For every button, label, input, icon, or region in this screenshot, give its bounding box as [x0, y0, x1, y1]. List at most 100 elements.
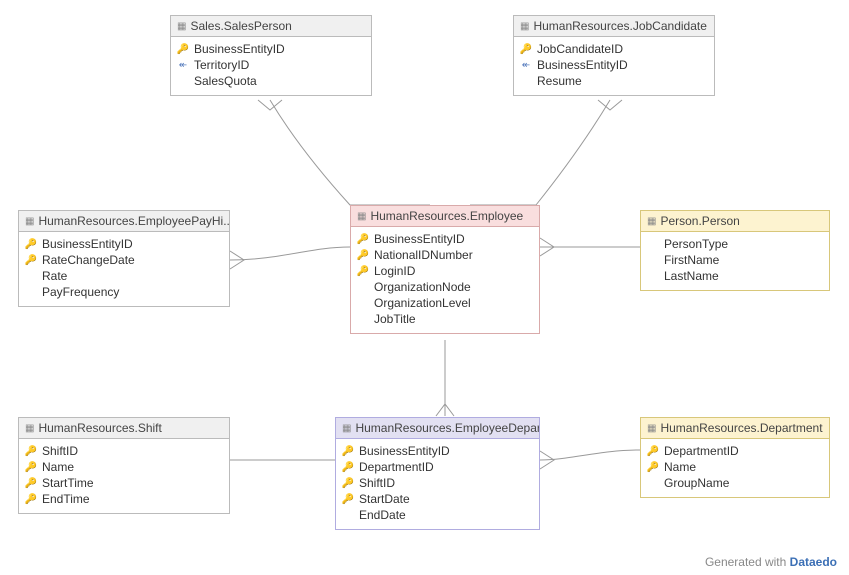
column-row: 🔑 StartDate — [336, 491, 539, 507]
column-row: 🔑 RateChangeDate — [19, 252, 229, 268]
entity-body: PersonType FirstName LastName — [641, 232, 829, 290]
column-row: 🔑 BusinessEntityID — [336, 443, 539, 459]
column-name: NationalIDNumber — [374, 248, 473, 262]
column-name: BusinessEntityID — [42, 237, 133, 251]
fk-icon: ↞ — [177, 60, 189, 71]
column-name: EndDate — [359, 508, 406, 522]
column-row: 🔑 EndTime — [19, 491, 229, 507]
entity-header: ▦ Person.Person — [641, 211, 829, 232]
entity-title: Sales.SalesPerson — [190, 19, 291, 33]
column-row: 🔑 DepartmentID — [336, 459, 539, 475]
column-name: LoginID — [374, 264, 415, 278]
entity-hr-employee[interactable]: ▦ HumanResources.Employee 🔑BusinessEntit… — [350, 205, 540, 334]
entity-hr-employeedepartmenthistory[interactable]: ▦ HumanResources.EmployeeDepar... 🔑 Busin… — [335, 417, 540, 530]
entity-hr-department[interactable]: ▦ HumanResources.Department 🔑 DepartmentI… — [640, 417, 830, 498]
column-name: BusinessEntityID — [537, 58, 628, 72]
table-icon: ▦ — [25, 423, 34, 434]
table-icon: ▦ — [177, 21, 186, 32]
column-row: 🔑 NationalIDNumber — [351, 247, 539, 263]
column-row: 🔑StartTime — [19, 475, 229, 491]
entity-header: ▦ HumanResources.EmployeeDepar... — [336, 418, 539, 439]
entity-header: ▦ HumanResources.JobCandidate — [514, 16, 714, 37]
table-icon: ▦ — [647, 423, 656, 434]
column-name: TerritoryID — [194, 58, 249, 72]
entity-hr-shift[interactable]: ▦ HumanResources.Shift 🔑ShiftID 🔑Name 🔑S… — [18, 417, 230, 514]
entity-header: ▦ HumanResources.Department — [641, 418, 829, 439]
entity-header: ▦ Sales.SalesPerson — [171, 16, 371, 37]
column-row: 🔑ShiftID — [336, 475, 539, 491]
entity-body: 🔑 DepartmentID 🔑Name GroupName — [641, 439, 829, 497]
pk-icon: 🔑 — [25, 239, 37, 250]
column-row: EndDate — [336, 507, 539, 523]
table-icon: ▦ — [342, 423, 351, 434]
column-name: ShiftID — [42, 444, 78, 458]
footer-prefix: Generated with — [705, 555, 790, 569]
entity-title: HumanResources.EmployeePayHi... — [38, 214, 229, 228]
pk-icon: 🔑 — [342, 446, 354, 457]
column-row: OrganizationLevel — [351, 295, 539, 311]
unique-key-icon: 🔑 — [25, 494, 37, 505]
entity-body: 🔑 BusinessEntityID 🔑 RateChangeDate Rate P… — [19, 232, 229, 306]
column-name: JobTitle — [374, 312, 416, 326]
column-row: 🔑 BusinessEntityID — [171, 41, 371, 57]
column-name: JobCandidateID — [537, 42, 623, 56]
entity-title: HumanResources.Employee — [370, 209, 523, 223]
pk-icon: 🔑 — [647, 446, 659, 457]
column-name: Name — [42, 460, 74, 474]
entity-sales-salesperson[interactable]: ▦ Sales.SalesPerson 🔑 BusinessEntityID ↞ T… — [170, 15, 372, 96]
column-name: EndTime — [42, 492, 90, 506]
unique-key-icon: 🔑 — [25, 478, 37, 489]
entity-body: 🔑 JobCandidateID ↞ BusinessEntityID Resume — [514, 37, 714, 95]
column-name: StartDate — [359, 492, 410, 506]
entity-person-person[interactable]: ▦ Person.Person PersonType FirstName Las… — [640, 210, 830, 291]
column-row: GroupName — [641, 475, 829, 491]
unique-key-icon: 🔑 — [357, 250, 369, 261]
fk-icon: ↞ — [520, 60, 532, 71]
entity-title: HumanResources.JobCandidate — [533, 19, 706, 33]
column-row: ↞ BusinessEntityID — [514, 57, 714, 73]
column-name: RateChangeDate — [42, 253, 135, 267]
column-row: ↞ TerritoryID — [171, 57, 371, 73]
pk-icon: 🔑 — [177, 44, 189, 55]
column-row: PayFrequency — [19, 284, 229, 300]
entity-hr-employeepayhistory[interactable]: ▦ HumanResources.EmployeePayHi... 🔑 Busin… — [18, 210, 230, 307]
column-name: DepartmentID — [359, 460, 434, 474]
unique-key-icon: 🔑 — [25, 462, 37, 473]
footer-credit: Generated with Dataedo — [705, 555, 837, 569]
pk-icon: 🔑 — [520, 44, 532, 55]
table-icon: ▦ — [647, 216, 656, 227]
entity-header: ▦ HumanResources.EmployeePayHi... — [19, 211, 229, 232]
column-row: OrganizationNode — [351, 279, 539, 295]
column-row: 🔑 JobCandidateID — [514, 41, 714, 57]
column-row: Rate — [19, 268, 229, 284]
entity-title: HumanResources.Department — [660, 421, 822, 435]
column-row: 🔑ShiftID — [19, 443, 229, 459]
column-name: Resume — [537, 74, 582, 88]
entity-hr-jobcandidate[interactable]: ▦ HumanResources.JobCandidate 🔑 JobCandid… — [513, 15, 715, 96]
column-row: Resume — [514, 73, 714, 89]
pk-icon: 🔑 — [342, 462, 354, 473]
column-row: 🔑Name — [641, 459, 829, 475]
column-name: FirstName — [664, 253, 719, 267]
column-name: BusinessEntityID — [374, 232, 465, 246]
column-name: Rate — [42, 269, 67, 283]
column-row: 🔑BusinessEntityID — [351, 231, 539, 247]
column-row: 🔑 BusinessEntityID — [19, 236, 229, 252]
column-name: Name — [664, 460, 696, 474]
column-row: LastName — [641, 268, 829, 284]
column-row: 🔑 Name — [19, 459, 229, 475]
column-name: DepartmentID — [664, 444, 739, 458]
table-icon: ▦ — [25, 216, 34, 227]
column-name: PayFrequency — [42, 285, 119, 299]
column-name: BusinessEntityID — [359, 444, 450, 458]
column-name: BusinessEntityID — [194, 42, 285, 56]
column-row: FirstName — [641, 252, 829, 268]
footer-brand[interactable]: Dataedo — [790, 555, 837, 569]
column-name: OrganizationNode — [374, 280, 471, 294]
pk-icon: 🔑 — [25, 255, 37, 266]
pk-icon: 🔑 — [342, 494, 354, 505]
entity-header: ▦ HumanResources.Employee — [351, 206, 539, 227]
entity-body: 🔑BusinessEntityID 🔑 NationalIDNumber 🔑 Log… — [351, 227, 539, 333]
column-name: SalesQuota — [194, 74, 257, 88]
column-name: GroupName — [664, 476, 729, 490]
